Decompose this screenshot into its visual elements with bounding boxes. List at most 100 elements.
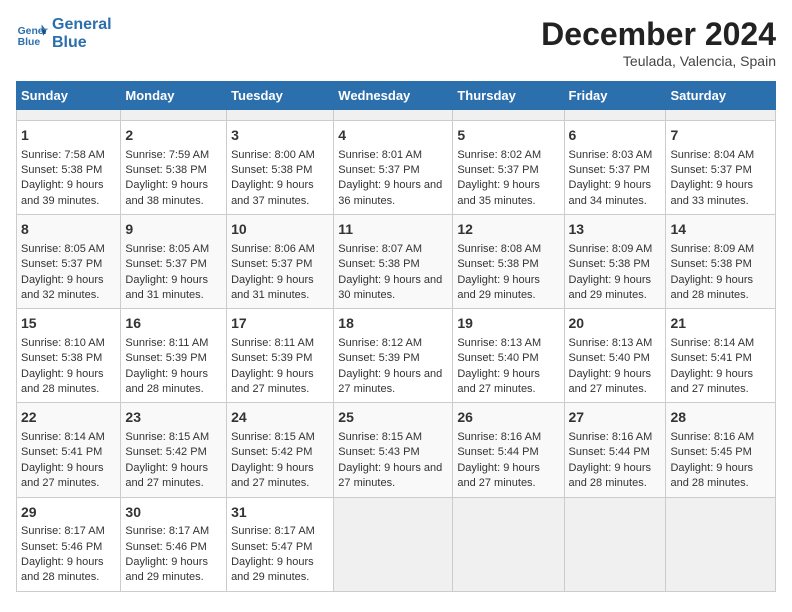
day-info: Sunrise: 8:11 AM Sunset: 5:39 PM Dayligh… — [231, 336, 329, 398]
column-headers-row: SundayMondayTuesdayWednesdayThursdayFrid… — [17, 82, 776, 110]
calendar-cell — [666, 110, 776, 121]
day-number: 23 — [125, 408, 222, 428]
calendar-cell: 14Sunrise: 8:09 AM Sunset: 5:38 PM Dayli… — [666, 215, 776, 309]
calendar-cell: 26Sunrise: 8:16 AM Sunset: 5:44 PM Dayli… — [453, 403, 564, 497]
day-info: Sunrise: 8:14 AM Sunset: 5:41 PM Dayligh… — [670, 336, 771, 398]
day-info: Sunrise: 8:07 AM Sunset: 5:38 PM Dayligh… — [338, 242, 448, 304]
day-number: 8 — [21, 220, 116, 240]
page-title: December 2024 — [541, 16, 776, 53]
calendar-cell: 3Sunrise: 8:00 AM Sunset: 5:38 PM Daylig… — [227, 121, 334, 215]
day-number: 13 — [569, 220, 662, 240]
calendar-body: 1Sunrise: 7:58 AM Sunset: 5:38 PM Daylig… — [17, 110, 776, 592]
calendar-cell: 28Sunrise: 8:16 AM Sunset: 5:45 PM Dayli… — [666, 403, 776, 497]
day-info: Sunrise: 8:16 AM Sunset: 5:44 PM Dayligh… — [569, 430, 662, 492]
calendar-table: SundayMondayTuesdayWednesdayThursdayFrid… — [16, 81, 776, 592]
day-info: Sunrise: 8:02 AM Sunset: 5:37 PM Dayligh… — [457, 148, 559, 210]
calendar-cell: 5Sunrise: 8:02 AM Sunset: 5:37 PM Daylig… — [453, 121, 564, 215]
week-row-4: 22Sunrise: 8:14 AM Sunset: 5:41 PM Dayli… — [17, 403, 776, 497]
calendar-cell — [453, 110, 564, 121]
calendar-cell: 12Sunrise: 8:08 AM Sunset: 5:38 PM Dayli… — [453, 215, 564, 309]
logo-icon: General Blue — [16, 18, 48, 50]
day-info: Sunrise: 8:12 AM Sunset: 5:39 PM Dayligh… — [338, 336, 448, 398]
calendar-cell: 22Sunrise: 8:14 AM Sunset: 5:41 PM Dayli… — [17, 403, 121, 497]
calendar-cell — [564, 497, 666, 591]
week-row-2: 8Sunrise: 8:05 AM Sunset: 5:37 PM Daylig… — [17, 215, 776, 309]
day-info: Sunrise: 8:15 AM Sunset: 5:42 PM Dayligh… — [125, 430, 222, 492]
day-info: Sunrise: 8:05 AM Sunset: 5:37 PM Dayligh… — [125, 242, 222, 304]
column-header-wednesday: Wednesday — [334, 82, 453, 110]
day-number: 26 — [457, 408, 559, 428]
calendar-cell: 4Sunrise: 8:01 AM Sunset: 5:37 PM Daylig… — [334, 121, 453, 215]
calendar-cell — [453, 497, 564, 591]
calendar-cell — [121, 110, 227, 121]
calendar-cell: 6Sunrise: 8:03 AM Sunset: 5:37 PM Daylig… — [564, 121, 666, 215]
day-info: Sunrise: 8:16 AM Sunset: 5:44 PM Dayligh… — [457, 430, 559, 492]
day-info: Sunrise: 8:17 AM Sunset: 5:46 PM Dayligh… — [21, 524, 116, 586]
calendar-cell: 9Sunrise: 8:05 AM Sunset: 5:37 PM Daylig… — [121, 215, 227, 309]
day-number: 19 — [457, 314, 559, 334]
day-info: Sunrise: 8:01 AM Sunset: 5:37 PM Dayligh… — [338, 148, 448, 210]
day-info: Sunrise: 8:11 AM Sunset: 5:39 PM Dayligh… — [125, 336, 222, 398]
week-row-5: 29Sunrise: 8:17 AM Sunset: 5:46 PM Dayli… — [17, 497, 776, 591]
day-number: 14 — [670, 220, 771, 240]
calendar-cell — [334, 497, 453, 591]
calendar-cell: 7Sunrise: 8:04 AM Sunset: 5:37 PM Daylig… — [666, 121, 776, 215]
day-number: 24 — [231, 408, 329, 428]
day-number: 25 — [338, 408, 448, 428]
calendar-cell — [564, 110, 666, 121]
day-number: 28 — [670, 408, 771, 428]
day-info: Sunrise: 8:06 AM Sunset: 5:37 PM Dayligh… — [231, 242, 329, 304]
day-number: 4 — [338, 126, 448, 146]
column-header-thursday: Thursday — [453, 82, 564, 110]
calendar-cell: 13Sunrise: 8:09 AM Sunset: 5:38 PM Dayli… — [564, 215, 666, 309]
calendar-cell: 1Sunrise: 7:58 AM Sunset: 5:38 PM Daylig… — [17, 121, 121, 215]
calendar-cell: 24Sunrise: 8:15 AM Sunset: 5:42 PM Dayli… — [227, 403, 334, 497]
calendar-cell: 19Sunrise: 8:13 AM Sunset: 5:40 PM Dayli… — [453, 309, 564, 403]
day-info: Sunrise: 8:03 AM Sunset: 5:37 PM Dayligh… — [569, 148, 662, 210]
day-info: Sunrise: 8:13 AM Sunset: 5:40 PM Dayligh… — [457, 336, 559, 398]
day-number: 22 — [21, 408, 116, 428]
column-header-tuesday: Tuesday — [227, 82, 334, 110]
day-info: Sunrise: 8:16 AM Sunset: 5:45 PM Dayligh… — [670, 430, 771, 492]
calendar-cell: 29Sunrise: 8:17 AM Sunset: 5:46 PM Dayli… — [17, 497, 121, 591]
day-info: Sunrise: 7:58 AM Sunset: 5:38 PM Dayligh… — [21, 148, 116, 210]
calendar-cell: 17Sunrise: 8:11 AM Sunset: 5:39 PM Dayli… — [227, 309, 334, 403]
day-number: 27 — [569, 408, 662, 428]
day-number: 1 — [21, 126, 116, 146]
calendar-cell — [17, 110, 121, 121]
calendar-cell: 2Sunrise: 7:59 AM Sunset: 5:38 PM Daylig… — [121, 121, 227, 215]
day-number: 18 — [338, 314, 448, 334]
day-number: 11 — [338, 220, 448, 240]
calendar-cell — [666, 497, 776, 591]
day-info: Sunrise: 8:17 AM Sunset: 5:47 PM Dayligh… — [231, 524, 329, 586]
day-number: 21 — [670, 314, 771, 334]
day-number: 3 — [231, 126, 329, 146]
day-info: Sunrise: 8:10 AM Sunset: 5:38 PM Dayligh… — [21, 336, 116, 398]
day-info: Sunrise: 8:05 AM Sunset: 5:37 PM Dayligh… — [21, 242, 116, 304]
title-block: December 2024 Teulada, Valencia, Spain — [541, 16, 776, 69]
day-info: Sunrise: 7:59 AM Sunset: 5:38 PM Dayligh… — [125, 148, 222, 210]
day-number: 10 — [231, 220, 329, 240]
week-row-0 — [17, 110, 776, 121]
calendar-cell — [334, 110, 453, 121]
calendar-cell: 10Sunrise: 8:06 AM Sunset: 5:37 PM Dayli… — [227, 215, 334, 309]
day-number: 17 — [231, 314, 329, 334]
day-number: 31 — [231, 503, 329, 523]
day-info: Sunrise: 8:17 AM Sunset: 5:46 PM Dayligh… — [125, 524, 222, 586]
calendar-cell: 8Sunrise: 8:05 AM Sunset: 5:37 PM Daylig… — [17, 215, 121, 309]
svg-text:Blue: Blue — [18, 37, 41, 48]
page-subtitle: Teulada, Valencia, Spain — [541, 53, 776, 69]
calendar-cell: 27Sunrise: 8:16 AM Sunset: 5:44 PM Dayli… — [564, 403, 666, 497]
logo-line2: Blue — [52, 34, 112, 52]
calendar-cell: 31Sunrise: 8:17 AM Sunset: 5:47 PM Dayli… — [227, 497, 334, 591]
day-info: Sunrise: 8:04 AM Sunset: 5:37 PM Dayligh… — [670, 148, 771, 210]
calendar-cell: 11Sunrise: 8:07 AM Sunset: 5:38 PM Dayli… — [334, 215, 453, 309]
day-number: 2 — [125, 126, 222, 146]
day-info: Sunrise: 8:13 AM Sunset: 5:40 PM Dayligh… — [569, 336, 662, 398]
calendar-cell: 18Sunrise: 8:12 AM Sunset: 5:39 PM Dayli… — [334, 309, 453, 403]
column-header-saturday: Saturday — [666, 82, 776, 110]
day-number: 12 — [457, 220, 559, 240]
calendar-cell: 30Sunrise: 8:17 AM Sunset: 5:46 PM Dayli… — [121, 497, 227, 591]
day-number: 9 — [125, 220, 222, 240]
column-header-friday: Friday — [564, 82, 666, 110]
